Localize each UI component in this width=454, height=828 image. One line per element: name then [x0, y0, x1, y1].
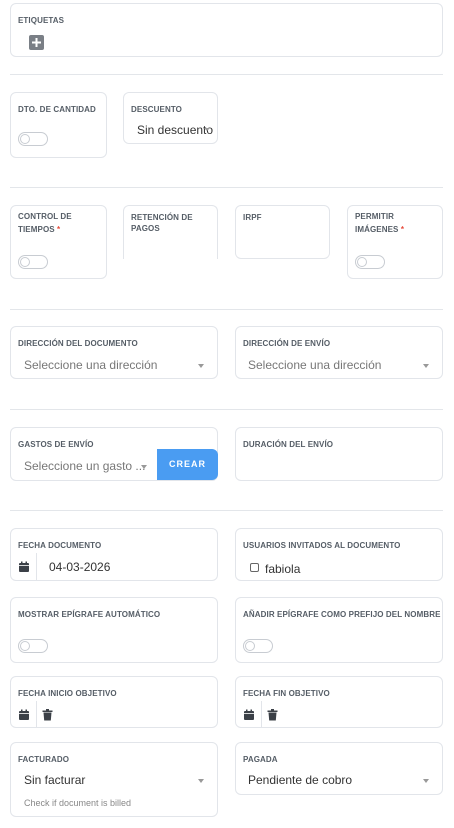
- mostrar-epigrafe-field: MOSTRAR EPÍGRAFE AUTOMÁTICO: [10, 597, 218, 663]
- pagada-label: PAGADA: [243, 755, 278, 764]
- mostrar-epigrafe-toggle[interactable]: [18, 639, 48, 653]
- facturado-label: FACTURADO: [18, 755, 70, 764]
- direccion-documento-select[interactable]: Seleccione una dirección: [24, 358, 157, 372]
- fecha-fin-field: FECHA FIN OBJETIVO: [235, 676, 443, 728]
- descuento-label: DESCUENTO: [131, 105, 182, 114]
- irpf-label: IRPF: [243, 213, 262, 222]
- calendar-icon[interactable]: [18, 709, 30, 721]
- crear-gasto-button[interactable]: CREAR: [157, 449, 218, 480]
- fecha-documento-input[interactable]: 04-03-2026: [49, 560, 110, 574]
- user-checkbox-label: fabiola: [265, 562, 301, 576]
- mostrar-epigrafe-label: MOSTRAR EPÍGRAFE AUTOMÁTICO: [18, 610, 161, 619]
- irpf-field[interactable]: IRPF: [235, 205, 330, 259]
- divider: [10, 309, 443, 310]
- descuento-select[interactable]: Sin descuento: [137, 123, 213, 137]
- plus-icon: [32, 38, 41, 47]
- dto-cantidad-field: DTO. DE CANTIDAD: [10, 92, 107, 158]
- divider: [36, 701, 37, 728]
- permitir-imagenes-label: PERMITIR IMÁGENES *: [355, 212, 405, 234]
- permitir-imagenes-field: PERMITIR IMÁGENES *: [347, 205, 443, 279]
- user-checkbox[interactable]: [250, 563, 259, 572]
- divider: [261, 701, 262, 728]
- fecha-inicio-label: FECHA INICIO OBJETIVO: [18, 689, 117, 698]
- anadir-epigrafe-field: AÑADIR EPÍGRAFE COMO PREFIJO DEL NOMBRE: [235, 597, 443, 663]
- fecha-fin-label: FECHA FIN OBJETIVO: [243, 689, 330, 698]
- gastos-envio-label: GASTOS DE ENVÍO: [18, 440, 94, 449]
- chevron-down-icon: [198, 364, 204, 368]
- anadir-epigrafe-toggle[interactable]: [243, 639, 273, 653]
- direccion-documento-label: DIRECCIÓN DEL DOCUMENTO: [18, 339, 138, 348]
- chevron-down-icon: [423, 779, 429, 783]
- gastos-envio-select[interactable]: Seleccione un gasto ...: [24, 459, 145, 473]
- direccion-documento-field: DIRECCIÓN DEL DOCUMENTO Seleccione una d…: [10, 326, 218, 379]
- direccion-envio-field: DIRECCIÓN DE ENVÍO Seleccione una direcc…: [235, 326, 443, 379]
- usuarios-invitados-label: USUARIOS INVITADOS AL DOCUMENTO: [243, 541, 401, 550]
- dto-cantidad-toggle[interactable]: [18, 132, 48, 146]
- chevron-down-icon: [198, 779, 204, 783]
- fecha-inicio-field: FECHA INICIO OBJETIVO: [10, 676, 218, 728]
- retencion-pagos-field[interactable]: RETENCIÓN DE PAGOS: [123, 205, 218, 259]
- add-tag-button[interactable]: [29, 35, 44, 50]
- direccion-envio-label: DIRECCIÓN DE ENVÍO: [243, 339, 331, 348]
- facturado-select[interactable]: Sin facturar: [24, 773, 85, 787]
- duracion-envio-label: DURACIÓN DEL ENVÍO: [243, 440, 334, 449]
- divider: [10, 187, 443, 188]
- calendar-icon[interactable]: [18, 561, 30, 573]
- control-tiempos-field: CONTROL DE TIEMPOS *: [10, 205, 107, 279]
- calendar-icon[interactable]: [243, 709, 255, 721]
- chevron-down-icon: [423, 364, 429, 368]
- divider: [10, 510, 443, 511]
- divider: [10, 74, 443, 75]
- trash-icon[interactable]: [267, 709, 278, 721]
- dto-cantidad-label: DTO. DE CANTIDAD: [18, 105, 96, 114]
- permitir-imagenes-toggle[interactable]: [355, 255, 385, 269]
- fecha-documento-field: FECHA DOCUMENTO 04-03-2026: [10, 528, 218, 581]
- required-marker: *: [57, 225, 61, 234]
- usuarios-invitados-field: USUARIOS INVITADOS AL DOCUMENTO fabiola: [235, 528, 443, 581]
- descuento-field: DESCUENTO Sin descuento: [123, 92, 218, 144]
- facturado-help-text: Check if document is billed: [24, 798, 132, 808]
- direccion-envio-select[interactable]: Seleccione una dirección: [248, 358, 381, 372]
- chevron-down-icon: [204, 128, 210, 131]
- fecha-documento-label: FECHA DOCUMENTO: [18, 541, 102, 550]
- control-tiempos-toggle[interactable]: [18, 255, 48, 269]
- pagada-field: PAGADA Pendiente de cobro: [235, 742, 443, 795]
- trash-icon[interactable]: [42, 709, 53, 721]
- retencion-pagos-label: RETENCIÓN DE PAGOS: [131, 213, 193, 233]
- anadir-epigrafe-label: AÑADIR EPÍGRAFE COMO PREFIJO DEL NOMBRE: [243, 610, 441, 619]
- required-marker: *: [400, 225, 405, 234]
- duracion-envio-field[interactable]: DURACIÓN DEL ENVÍO: [235, 427, 443, 481]
- divider: [10, 409, 443, 410]
- etiquetas-field: ETIQUETAS: [10, 3, 443, 57]
- control-tiempos-label: CONTROL DE TIEMPOS *: [18, 212, 72, 234]
- divider: [36, 553, 37, 581]
- chevron-down-icon: [141, 465, 147, 469]
- pagada-select[interactable]: Pendiente de cobro: [248, 773, 352, 787]
- facturado-field: FACTURADO Sin facturar Check if document…: [10, 742, 218, 817]
- etiquetas-label: ETIQUETAS: [18, 16, 65, 25]
